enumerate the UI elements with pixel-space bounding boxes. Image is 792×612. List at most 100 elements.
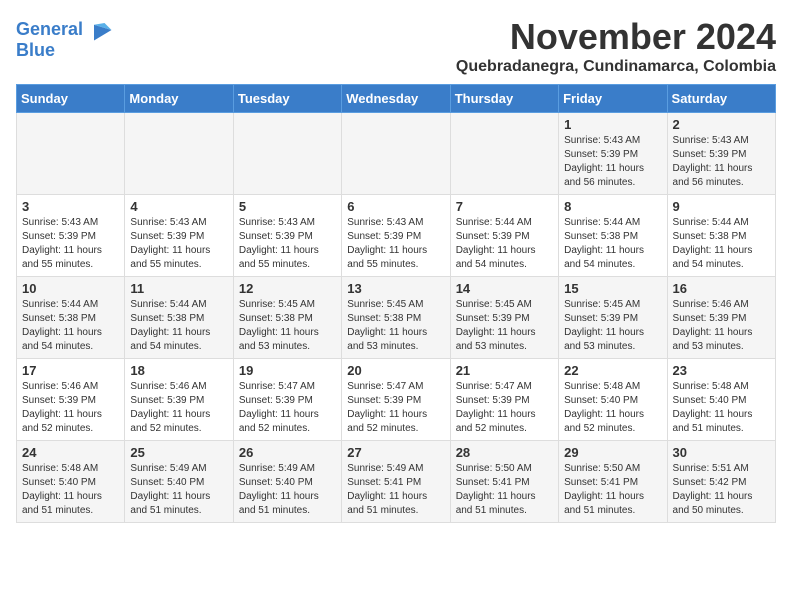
day-number: 8: [564, 199, 661, 214]
weekday-header: Sunday: [17, 85, 125, 113]
day-number: 17: [22, 363, 119, 378]
day-number: 30: [673, 445, 770, 460]
calendar-cell: 5Sunrise: 5:43 AM Sunset: 5:39 PM Daylig…: [233, 195, 341, 277]
calendar-cell: 11 Sunrise: 5:44 AM Sunset: 5:38 PM Dayli…: [125, 277, 233, 359]
calendar-header-row: SundayMondayTuesdayWednesdayThursdayFrid…: [17, 85, 776, 113]
day-info: Sunrise: 5:43 AM Sunset: 5:39 PM Dayligh…: [673, 134, 770, 190]
day-info: Sunrise: 5:43 AM Sunset: 5:39 PM Dayligh…: [239, 216, 336, 272]
day-number: 16: [673, 281, 770, 296]
day-number: 20: [347, 363, 444, 378]
calendar-week-row: 1 Sunrise: 5:43 AM Sunset: 5:39 PM Daylig…: [17, 113, 776, 195]
day-number: 23: [673, 363, 770, 378]
logo: General Blue: [16, 16, 115, 61]
calendar-table: SundayMondayTuesdayWednesdayThursdayFrid…: [16, 84, 776, 523]
day-info: Sunrise: 5:44 AM Sunset: 5:38 PM Dayligh…: [22, 298, 119, 354]
day-number: 2: [673, 117, 770, 132]
calendar-cell: 28Sunrise: 5:50 AM Sunset: 5:41 PM Dayli…: [450, 441, 558, 523]
day-info: Sunrise: 5:45 AM Sunset: 5:39 PM Dayligh…: [564, 298, 661, 354]
calendar-cell: 23 Sunrise: 5:48 AM Sunset: 5:40 PM Dayli…: [667, 359, 775, 441]
day-info: Sunrise: 5:45 AM Sunset: 5:38 PM Dayligh…: [347, 298, 444, 354]
day-number: 21: [456, 363, 553, 378]
calendar-cell: 19Sunrise: 5:47 AM Sunset: 5:39 PM Dayli…: [233, 359, 341, 441]
calendar-cell: 14 Sunrise: 5:45 AM Sunset: 5:39 PM Dayli…: [450, 277, 558, 359]
day-number: 4: [130, 199, 227, 214]
calendar-cell: 30 Sunrise: 5:51 AM Sunset: 5:42 PM Dayli…: [667, 441, 775, 523]
day-info: Sunrise: 5:47 AM Sunset: 5:39 PM Dayligh…: [456, 380, 553, 436]
calendar-cell: [17, 113, 125, 195]
day-number: 27: [347, 445, 444, 460]
day-info: Sunrise: 5:44 AM Sunset: 5:38 PM Dayligh…: [673, 216, 770, 272]
day-number: 12: [239, 281, 336, 296]
day-number: 14: [456, 281, 553, 296]
day-number: 15: [564, 281, 661, 296]
calendar-cell: 29Sunrise: 5:50 AM Sunset: 5:41 PM Dayli…: [559, 441, 667, 523]
calendar-cell: 18 Sunrise: 5:46 AM Sunset: 5:39 PM Dayli…: [125, 359, 233, 441]
calendar-week-row: 10Sunrise: 5:44 AM Sunset: 5:38 PM Dayli…: [17, 277, 776, 359]
day-info: Sunrise: 5:49 AM Sunset: 5:41 PM Dayligh…: [347, 462, 444, 518]
location-title: Quebradanegra, Cundinamarca, Colombia: [456, 58, 776, 76]
calendar-cell: 12 Sunrise: 5:45 AM Sunset: 5:38 PM Dayli…: [233, 277, 341, 359]
calendar-cell: 26 Sunrise: 5:49 AM Sunset: 5:40 PM Dayli…: [233, 441, 341, 523]
day-info: Sunrise: 5:46 AM Sunset: 5:39 PM Dayligh…: [22, 380, 119, 436]
calendar-cell: 10Sunrise: 5:44 AM Sunset: 5:38 PM Dayli…: [17, 277, 125, 359]
day-number: 22: [564, 363, 661, 378]
calendar-cell: 20Sunrise: 5:47 AM Sunset: 5:39 PM Dayli…: [342, 359, 450, 441]
day-number: 24: [22, 445, 119, 460]
day-info: Sunrise: 5:43 AM Sunset: 5:39 PM Dayligh…: [347, 216, 444, 272]
day-number: 3: [22, 199, 119, 214]
calendar-cell: 3Sunrise: 5:43 AM Sunset: 5:39 PM Daylig…: [17, 195, 125, 277]
day-info: Sunrise: 5:51 AM Sunset: 5:42 PM Dayligh…: [673, 462, 770, 518]
day-info: Sunrise: 5:48 AM Sunset: 5:40 PM Dayligh…: [564, 380, 661, 436]
day-number: 25: [130, 445, 227, 460]
day-info: Sunrise: 5:49 AM Sunset: 5:40 PM Dayligh…: [239, 462, 336, 518]
calendar-cell: 6 Sunrise: 5:43 AM Sunset: 5:39 PM Daylig…: [342, 195, 450, 277]
day-info: Sunrise: 5:46 AM Sunset: 5:39 PM Dayligh…: [673, 298, 770, 354]
day-info: Sunrise: 5:44 AM Sunset: 5:38 PM Dayligh…: [130, 298, 227, 354]
page-header: General Blue November 2024 Quebradanegra…: [16, 16, 776, 76]
day-number: 1: [564, 117, 661, 132]
calendar-cell: 24 Sunrise: 5:48 AM Sunset: 5:40 PM Dayli…: [17, 441, 125, 523]
calendar-cell: 1Sunrise: 5:43 AM Sunset: 5:39 PM Daylig…: [559, 113, 667, 195]
day-info: Sunrise: 5:47 AM Sunset: 5:39 PM Dayligh…: [239, 380, 336, 436]
day-info: Sunrise: 5:50 AM Sunset: 5:41 PM Dayligh…: [456, 462, 553, 518]
month-title: November 2024: [456, 16, 776, 58]
day-info: Sunrise: 5:48 AM Sunset: 5:40 PM Dayligh…: [673, 380, 770, 436]
day-info: Sunrise: 5:50 AM Sunset: 5:41 PM Dayligh…: [564, 462, 661, 518]
logo-icon: [87, 16, 115, 44]
calendar-cell: 4 Sunrise: 5:43 AM Sunset: 5:39 PM Daylig…: [125, 195, 233, 277]
day-number: 6: [347, 199, 444, 214]
calendar-cell: 17 Sunrise: 5:46 AM Sunset: 5:39 PM Dayli…: [17, 359, 125, 441]
calendar-cell: 13Sunrise: 5:45 AM Sunset: 5:38 PM Dayli…: [342, 277, 450, 359]
title-area: November 2024 Quebradanegra, Cundinamarc…: [456, 16, 776, 76]
calendar-cell: [125, 113, 233, 195]
day-info: Sunrise: 5:44 AM Sunset: 5:38 PM Dayligh…: [564, 216, 661, 272]
day-number: 11: [130, 281, 227, 296]
calendar-cell: 27 Sunrise: 5:49 AM Sunset: 5:41 PM Dayli…: [342, 441, 450, 523]
day-info: Sunrise: 5:45 AM Sunset: 5:39 PM Dayligh…: [456, 298, 553, 354]
logo-text: General: [16, 20, 83, 40]
calendar-week-row: 24 Sunrise: 5:48 AM Sunset: 5:40 PM Dayli…: [17, 441, 776, 523]
day-info: Sunrise: 5:49 AM Sunset: 5:40 PM Dayligh…: [130, 462, 227, 518]
weekday-header: Friday: [559, 85, 667, 113]
day-number: 26: [239, 445, 336, 460]
weekday-header: Tuesday: [233, 85, 341, 113]
calendar-cell: 7 Sunrise: 5:44 AM Sunset: 5:39 PM Daylig…: [450, 195, 558, 277]
day-info: Sunrise: 5:46 AM Sunset: 5:39 PM Dayligh…: [130, 380, 227, 436]
day-info: Sunrise: 5:48 AM Sunset: 5:40 PM Dayligh…: [22, 462, 119, 518]
day-number: 7: [456, 199, 553, 214]
weekday-header: Monday: [125, 85, 233, 113]
day-number: 9: [673, 199, 770, 214]
day-info: Sunrise: 5:43 AM Sunset: 5:39 PM Dayligh…: [130, 216, 227, 272]
calendar-cell: 8 Sunrise: 5:44 AM Sunset: 5:38 PM Daylig…: [559, 195, 667, 277]
calendar-cell: 9 Sunrise: 5:44 AM Sunset: 5:38 PM Daylig…: [667, 195, 775, 277]
calendar-cell: 16 Sunrise: 5:46 AM Sunset: 5:39 PM Dayli…: [667, 277, 775, 359]
calendar-cell: [233, 113, 341, 195]
day-info: Sunrise: 5:45 AM Sunset: 5:38 PM Dayligh…: [239, 298, 336, 354]
calendar-cell: [342, 113, 450, 195]
calendar-cell: 21 Sunrise: 5:47 AM Sunset: 5:39 PM Dayli…: [450, 359, 558, 441]
weekday-header: Wednesday: [342, 85, 450, 113]
calendar-cell: 15 Sunrise: 5:45 AM Sunset: 5:39 PM Dayli…: [559, 277, 667, 359]
day-info: Sunrise: 5:44 AM Sunset: 5:39 PM Dayligh…: [456, 216, 553, 272]
day-number: 18: [130, 363, 227, 378]
weekday-header: Saturday: [667, 85, 775, 113]
